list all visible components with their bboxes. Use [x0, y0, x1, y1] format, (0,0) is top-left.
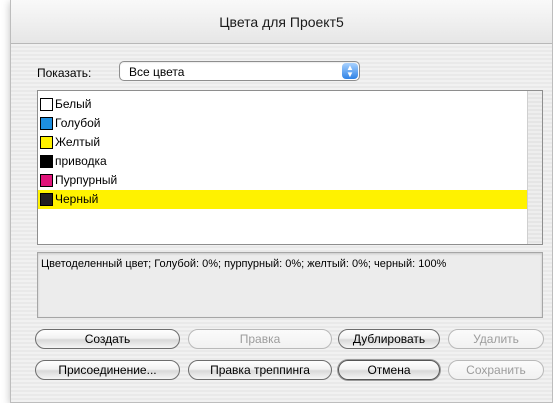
color-info-text: Цветоделенный цвет; Голубой: 0%; пурпурн…: [41, 258, 447, 270]
list-item-registration[interactable]: приводка: [38, 152, 528, 171]
delete-button[interactable]: Удалить: [448, 329, 544, 349]
list-item-black[interactable]: Черный: [38, 190, 528, 209]
list-item-yellow[interactable]: Желтый: [38, 133, 528, 152]
list-item-label: Черный: [55, 192, 99, 206]
show-select[interactable]: Все цвета ▲ ▼: [119, 61, 360, 81]
color-list[interactable]: Белый Голубой Желтый приводка Пурпурный …: [37, 90, 543, 245]
swatch-yellow-icon: [40, 136, 53, 149]
create-button[interactable]: Создать: [35, 329, 180, 349]
edit-button[interactable]: Правка: [188, 329, 332, 349]
cancel-button[interactable]: Отмена: [338, 360, 440, 380]
list-item-label: Голубой: [55, 116, 101, 130]
swatch-registration-icon: [40, 155, 53, 168]
color-info-panel: Цветоделенный цвет; Голубой: 0%; пурпурн…: [37, 252, 543, 318]
swatch-black-icon: [40, 193, 53, 206]
swatch-magenta-icon: [40, 174, 53, 187]
dialog-title: Цвета для Проект5: [11, 0, 552, 44]
list-scrollbar[interactable]: [527, 91, 542, 244]
popup-arrows-icon: ▲ ▼: [342, 63, 358, 79]
duplicate-button[interactable]: Дублировать: [338, 329, 440, 349]
list-item-white[interactable]: Белый: [38, 95, 528, 114]
swatch-cyan-icon: [40, 117, 53, 130]
list-item-label: Пурпурный: [55, 173, 118, 187]
list-item-magenta[interactable]: Пурпурный: [38, 171, 528, 190]
list-item-cyan[interactable]: Голубой: [38, 114, 528, 133]
list-item-label: Желтый: [55, 135, 101, 149]
swatch-white-icon: [40, 98, 53, 111]
list-item-label: Белый: [55, 97, 92, 111]
edit-trapping-button[interactable]: Правка треппинга: [188, 360, 332, 380]
show-label: Показать:: [37, 66, 92, 80]
show-select-value: Все цвета: [129, 65, 185, 79]
list-item-label: приводка: [55, 154, 107, 168]
merge-button[interactable]: Присоединение...: [35, 360, 180, 380]
colors-dialog: Цвета для Проект5 Показать: Все цвета ▲ ▼…: [10, 0, 553, 403]
save-button[interactable]: Сохранить: [448, 360, 544, 380]
